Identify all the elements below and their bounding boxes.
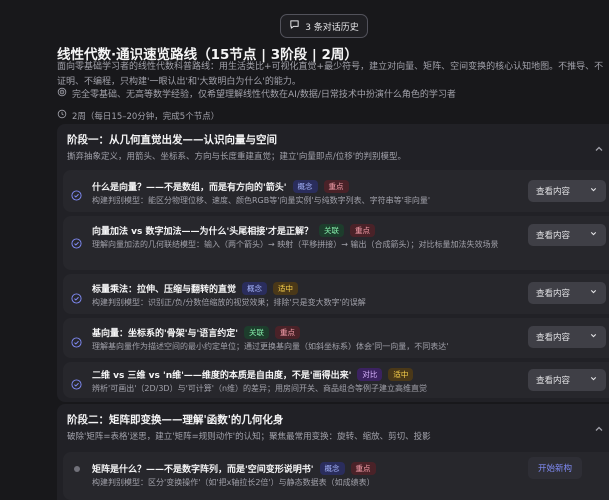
tag-badge: 对比 bbox=[357, 368, 383, 381]
node-title: 什么是向量？——不是数组，而是有方向的'箭头' bbox=[92, 183, 287, 193]
chevron-up-icon[interactable] bbox=[593, 420, 605, 432]
clock-icon bbox=[57, 109, 67, 122]
node-title-row: 基向量：坐标系的'骨架'与'语言约定' 关联 重点 bbox=[92, 326, 301, 339]
check-circle-icon bbox=[71, 375, 82, 390]
view-content-button[interactable]: 查看内容 bbox=[528, 326, 606, 348]
node-card: 什么是向量？——不是数组，而是有方向的'箭头' 概念 重点 构建判别模型：能区分… bbox=[63, 170, 609, 212]
node-card: 基向量：坐标系的'骨架'与'语言约定' 关联 重点 理解基向量作为描述空间的最小… bbox=[63, 318, 609, 358]
node-title-row: 标量乘法：拉伸、压缩与翻转的直觉 概念 适中 bbox=[92, 282, 299, 295]
chevron-down-icon bbox=[589, 374, 598, 386]
stage-subtitle: 破除'矩阵=表格'迷思，建立'矩阵=规则动作'的认知；聚焦最常用变换：旋转、缩放… bbox=[67, 432, 431, 442]
audience-row: 完全零基础、无高等数学经验，仅希望理解线性代数在AI/数据/日常技术中扮演什么角… bbox=[57, 87, 456, 100]
stage-subtitle: 撕弃抽象定义，用箭头、坐标系、方向与长度重建直觉；建立'向量即点/位移'的判别模… bbox=[67, 152, 407, 162]
audience-text: 完全零基础、无高等数学经验，仅希望理解线性代数在AI/数据/日常技术中扮演什么角… bbox=[72, 90, 456, 100]
view-content-button[interactable]: 查看内容 bbox=[528, 369, 606, 391]
route-description: 面向零基础学习者的线性代数科普路线：用生活类比+可视化直觉+最少符号，建立对向量… bbox=[57, 62, 604, 87]
view-content-label: 查看内容 bbox=[536, 333, 571, 343]
chat-history-button[interactable]: 3 条对话历史 bbox=[280, 14, 368, 38]
node-title: 二维 vs 三维 vs 'n维'——维度的本质是自由度，不是'画得出来' bbox=[92, 371, 352, 381]
chat-history-label: 3 条对话历史 bbox=[305, 22, 359, 33]
check-circle-icon bbox=[71, 234, 82, 249]
view-content-button[interactable]: 查看内容 bbox=[528, 180, 606, 202]
chevron-down-icon bbox=[589, 229, 598, 241]
view-content-label: 查看内容 bbox=[536, 187, 571, 197]
stage-title: 阶段一：从几何直觉出发——认识向量与空间 bbox=[67, 134, 277, 146]
view-content-button[interactable]: 查看内容 bbox=[528, 224, 606, 246]
check-circle-icon bbox=[71, 289, 82, 304]
node-title-row: 向量加法 vs 数字加法——为什么'头尾相接'才是正解？ 关联 重点 bbox=[92, 224, 376, 237]
node-subtitle: 理解向量加法的几何联结模型：输入（两个箭头）→ 映射（平移拼接）→ 输出（合成箭… bbox=[92, 240, 499, 249]
view-content-button[interactable]: 查看内容 bbox=[528, 282, 606, 304]
tag-badge: 概念 bbox=[242, 282, 268, 295]
chevron-up-icon[interactable] bbox=[593, 140, 605, 152]
stage-header[interactable]: 阶段二：矩阵即变换——理解'函数'的几何化身 破除'矩阵=表格'迷思，建立'矩阵… bbox=[67, 412, 609, 442]
node-subtitle: 构建判别模型：能区分物理位移、速度、颜色RGB等'向量实例'与纯数字列表、字符串… bbox=[92, 196, 431, 205]
node-subtitle: 构建判别模型：识别正/负/分数倍缩放的视觉效果；排除'只是变大数字'的误解 bbox=[92, 298, 366, 307]
tag-badge: 重点 bbox=[350, 224, 376, 237]
tag-badge: 重点 bbox=[350, 462, 376, 475]
node-title-row: 矩阵是什么？——不是数字阵列，而是'空间变形说明书' 概念 重点 bbox=[92, 462, 376, 475]
tag-badge: 适中 bbox=[273, 282, 299, 295]
tag-badge: 重点 bbox=[275, 326, 301, 339]
tag-badge: 关联 bbox=[319, 224, 345, 237]
target-icon bbox=[57, 87, 67, 100]
check-circle-icon bbox=[71, 333, 82, 348]
duration-text: 2周（每日15–20分钟，完成5个节点） bbox=[72, 111, 220, 122]
node-subtitle: 理解基向量作为描述空间的最小约定单位；通过更换基向量（如斜坐标系）体会'同一向量… bbox=[92, 342, 449, 351]
tag-badge: 概念 bbox=[292, 180, 318, 193]
node-subtitle: 构建判别模型：区分'变换操作'（如'把x轴拉长2倍'）与静态数据表（如成绩表） bbox=[92, 478, 375, 487]
node-title: 向量加法 vs 数字加法——为什么'头尾相接'才是正解？ bbox=[92, 227, 314, 237]
node-card: 向量加法 vs 数字加法——为什么'头尾相接'才是正解？ 关联 重点 理解向量加… bbox=[63, 216, 609, 270]
stage-header[interactable]: 阶段一：从几何直觉出发——认识向量与空间 撕弃抽象定义，用箭头、坐标系、方向与长… bbox=[67, 132, 609, 162]
chat-bubble-icon bbox=[289, 19, 300, 33]
view-content-label: 查看内容 bbox=[536, 289, 571, 299]
node-title: 标量乘法：拉伸、压缩与翻转的直觉 bbox=[92, 285, 237, 295]
pending-dot-icon bbox=[74, 466, 80, 472]
node-title-row: 二维 vs 三维 vs 'n维'——维度的本质是自由度，不是'画得出来' 对比 … bbox=[92, 368, 414, 381]
node-title: 矩阵是什么？——不是数字阵列，而是'空间变形说明书' bbox=[92, 465, 314, 475]
chevron-down-icon bbox=[589, 185, 598, 197]
stage-title: 阶段二：矩阵即变换——理解'函数'的几何化身 bbox=[67, 414, 284, 426]
view-content-label: 查看内容 bbox=[536, 231, 571, 241]
chevron-down-icon bbox=[589, 331, 598, 343]
node-card: 矩阵是什么？——不是数字阵列，而是'空间变形说明书' 概念 重点 构建判别模型：… bbox=[63, 452, 609, 500]
chevron-down-icon bbox=[589, 287, 598, 299]
node-subtitle: 辨析'可画出'（2D/3D）与'可计算'（n维）的差异；用房间开关、商品组合等例… bbox=[92, 384, 428, 393]
check-circle-icon bbox=[71, 186, 82, 201]
duration-row: 2周（每日15–20分钟，完成5个节点） bbox=[57, 109, 219, 122]
tag-badge: 适中 bbox=[388, 368, 414, 381]
start-build-button[interactable]: 开始新构 bbox=[528, 457, 582, 479]
node-title-row: 什么是向量？——不是数组，而是有方向的'箭头' 概念 重点 bbox=[92, 180, 349, 193]
tag-badge: 关联 bbox=[244, 326, 270, 339]
tag-badge: 概念 bbox=[319, 462, 345, 475]
node-card: 二维 vs 三维 vs 'n维'——维度的本质是自由度，不是'画得出来' 对比 … bbox=[63, 362, 609, 398]
node-card: 标量乘法：拉伸、压缩与翻转的直觉 概念 适中 构建判别模型：识别正/负/分数倍缩… bbox=[63, 274, 609, 314]
view-content-label: 查看内容 bbox=[536, 376, 571, 386]
node-title: 基向量：坐标系的'骨架'与'语言约定' bbox=[92, 329, 239, 339]
tag-badge: 重点 bbox=[323, 180, 349, 193]
